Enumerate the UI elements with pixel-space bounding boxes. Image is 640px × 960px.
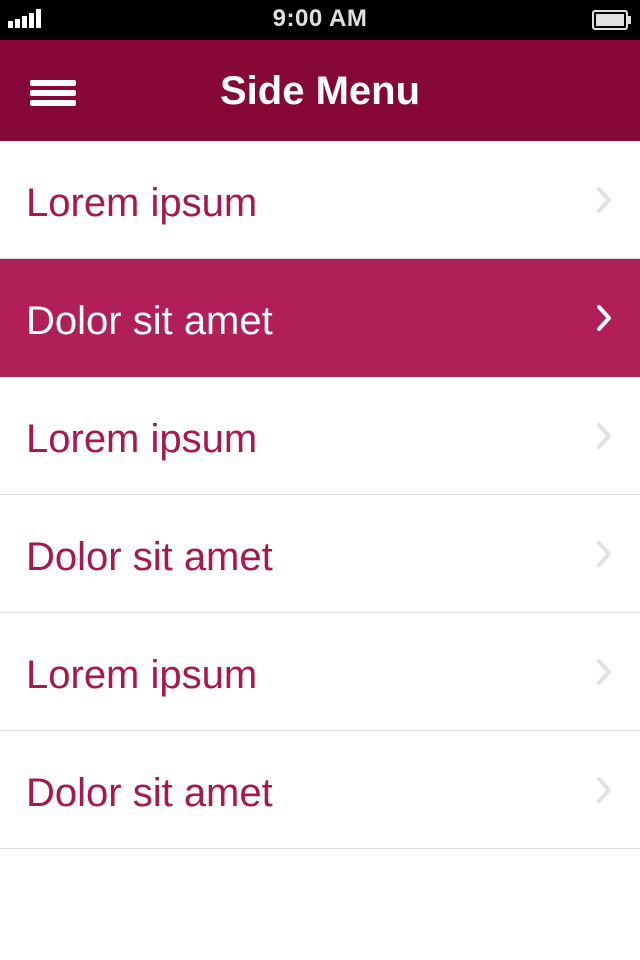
menu-item-label: Lorem ipsum <box>26 181 258 225</box>
menu-item[interactable]: Lorem ipsum <box>0 613 640 731</box>
menu-item[interactable]: Lorem ipsum <box>0 141 640 259</box>
chevron-right-icon <box>597 305 611 331</box>
menu-item-label: Dolor sit amet <box>26 771 273 815</box>
header-bar: Side Menu <box>0 40 640 141</box>
menu-item-label: Dolor sit amet <box>26 299 273 343</box>
menu-item-label: Lorem ipsum <box>26 417 258 461</box>
chevron-right-icon <box>597 541 611 567</box>
menu-item-label: Lorem ipsum <box>26 653 258 697</box>
menu-item-label: Dolor sit amet <box>26 535 273 579</box>
menu-item[interactable]: Dolor sit amet <box>0 731 640 849</box>
screen: 9:00 AM Side Menu Lorem ipsum Dolor sit … <box>0 0 640 960</box>
side-menu-list: Lorem ipsum Dolor sit amet Lorem ipsum D… <box>0 141 640 849</box>
chevron-right-icon <box>597 423 611 449</box>
chevron-right-icon <box>597 187 611 213</box>
chevron-right-icon <box>597 777 611 803</box>
menu-item[interactable]: Lorem ipsum <box>0 377 640 495</box>
chevron-right-icon <box>597 659 611 685</box>
status-bar: 9:00 AM <box>0 0 640 40</box>
menu-item[interactable]: Dolor sit amet <box>0 495 640 613</box>
status-time: 9:00 AM <box>272 5 368 32</box>
battery-icon <box>592 10 631 30</box>
menu-item-active[interactable]: Dolor sit amet <box>0 259 640 377</box>
page-title: Side Menu <box>219 69 421 113</box>
